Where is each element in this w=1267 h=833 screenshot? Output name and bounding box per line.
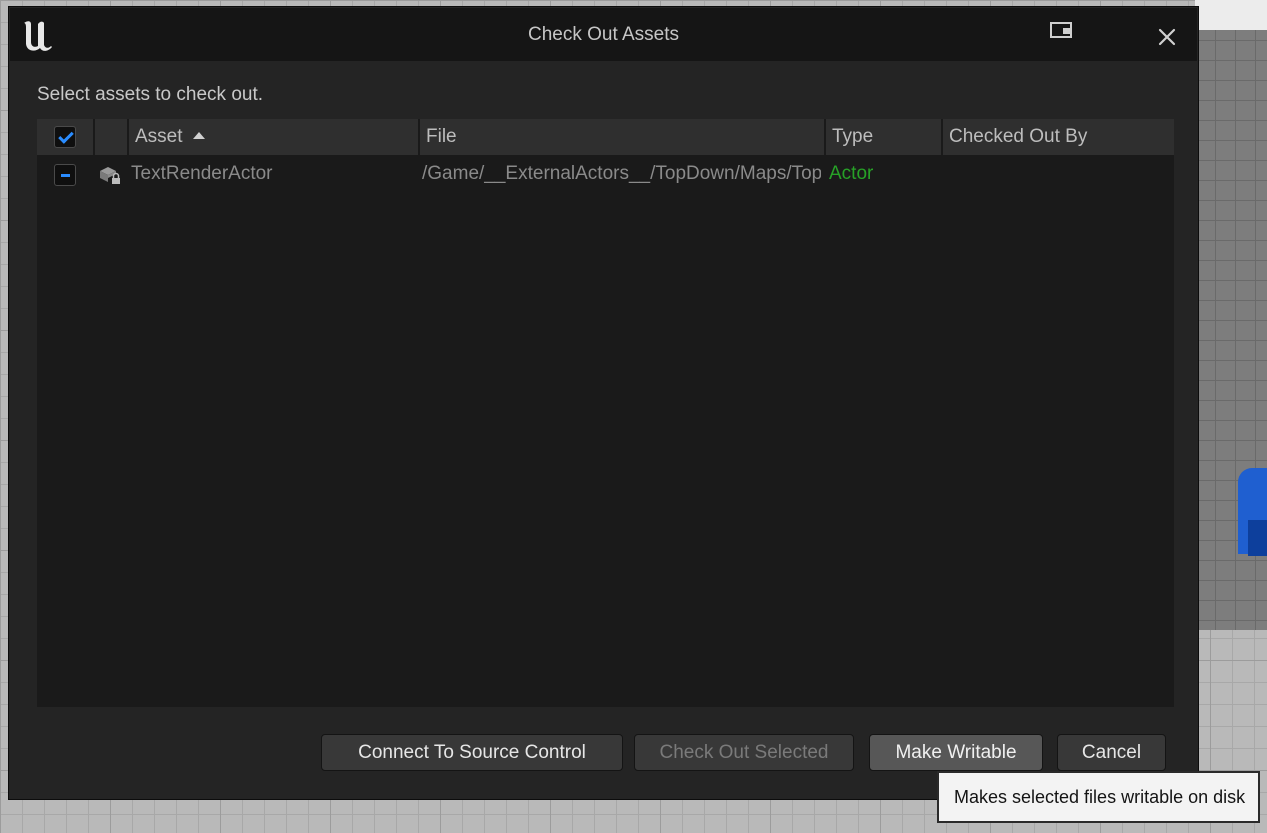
header-type-column[interactable]: Type xyxy=(826,119,943,155)
header-icon-column xyxy=(95,119,129,155)
sort-ascending-icon xyxy=(192,132,205,139)
row-type: Actor xyxy=(829,163,874,184)
check-out-selected-button[interactable]: Check Out Selected xyxy=(634,734,854,771)
header-file-label: File xyxy=(426,126,457,147)
viewport-blue-object-shadow xyxy=(1248,520,1267,556)
dialog-title: Check Out Assets xyxy=(527,24,679,45)
cancel-button[interactable]: Cancel xyxy=(1057,734,1166,771)
make-writable-button[interactable]: Make Writable xyxy=(869,734,1043,771)
row-asset-name: TextRenderActor xyxy=(131,163,273,184)
connect-to-source-control-button[interactable]: Connect To Source Control xyxy=(321,734,623,771)
header-select-all-cell xyxy=(37,119,95,155)
window-restore-icon[interactable] xyxy=(1049,20,1075,42)
row-file-path: /Game/__ExternalActors__/TopDown/Maps/To… xyxy=(422,163,821,184)
header-type-label: Type xyxy=(832,126,874,147)
assets-table: Asset File Type Checked Out By TextRende… xyxy=(37,119,1174,707)
header-file-column[interactable]: File xyxy=(420,119,826,155)
close-icon[interactable] xyxy=(1152,22,1182,52)
viewport-background-highlight xyxy=(1195,0,1267,30)
check-out-assets-dialog: Check Out Assets Select assets to check … xyxy=(8,6,1199,800)
header-checked-out-by-label: Checked Out By xyxy=(949,126,1088,147)
title-bar[interactable]: Check Out Assets xyxy=(10,8,1197,61)
row-checkbox[interactable] xyxy=(54,164,76,186)
header-asset-label: Asset xyxy=(135,126,183,147)
row-checked-out-by xyxy=(947,156,1167,192)
header-checked-out-by-column[interactable]: Checked Out By xyxy=(943,119,1174,155)
instruction-text: Select assets to check out. xyxy=(37,84,264,105)
actor-package-lock-icon xyxy=(100,167,120,184)
table-header: Asset File Type Checked Out By xyxy=(37,119,1174,155)
make-writable-tooltip: Makes selected files writable on disk xyxy=(937,771,1260,823)
select-all-checkbox[interactable] xyxy=(54,126,76,148)
table-row[interactable]: TextRenderActor /Game/__ExternalActors__… xyxy=(37,156,1174,192)
header-asset-column[interactable]: Asset xyxy=(129,119,420,155)
